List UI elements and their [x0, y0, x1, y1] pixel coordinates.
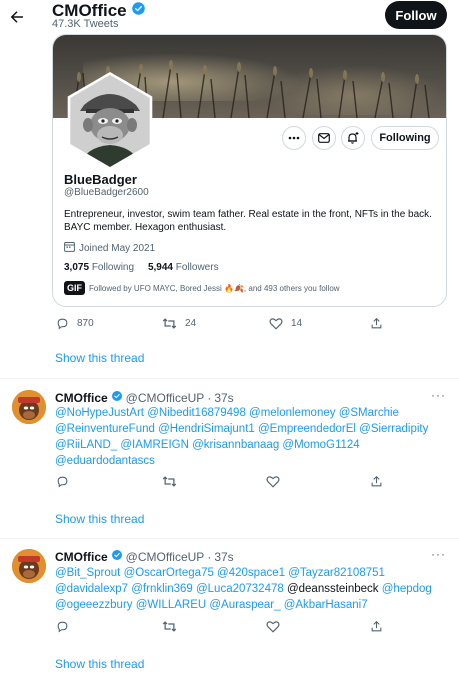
tweet-line[interactable]: @ReinventureFund @HendriSimajunt1 @Empre…: [55, 421, 450, 437]
tweet-line[interactable]: @ogeeezzbury @WILLAREU @Auraspear_ @Akba…: [55, 597, 450, 613]
retweet-action[interactable]: 24: [162, 317, 196, 330]
retweet-icon: [162, 621, 177, 632]
more-icon[interactable]: ···: [431, 547, 446, 561]
verified-icon: [111, 549, 123, 564]
heart-icon: [266, 621, 280, 633]
reply-action[interactable]: 870: [56, 317, 94, 330]
joined-text: Joined May 2021: [79, 242, 156, 254]
tweet-text: @NoHypeJustArt @Nibedit16879498 @melonle…: [55, 405, 450, 469]
retweet-action[interactable]: [162, 620, 177, 633]
divider: [0, 378, 459, 379]
share-icon: [371, 317, 382, 329]
tweet-text: @Bit_Sprout @OscarOrtega75 @420space1 @T…: [55, 565, 450, 613]
tweet-line[interactable]: @RiiLAND_ @IAMREIGN @krisannbanaag @Momo…: [55, 437, 450, 453]
show-thread-link[interactable]: Show this thread: [55, 351, 144, 365]
follow-button[interactable]: Follow: [385, 1, 447, 29]
tweet-plain-mention: @deanssteinbeck: [283, 583, 382, 595]
reply-count: 870: [77, 318, 94, 329]
tweet-actions: [52, 620, 392, 636]
dot-separator: ·: [207, 390, 212, 405]
tweet-avatar[interactable]: [12, 390, 46, 424]
message-icon[interactable]: [312, 126, 336, 150]
tweet-line[interactable]: @Bit_Sprout @OscarOrtega75 @420space1 @T…: [55, 565, 450, 581]
retweet-icon: [162, 476, 177, 487]
joined-date: Joined May 2021: [64, 241, 155, 255]
more-icon[interactable]: ···: [431, 388, 446, 402]
tweet-mentions[interactable]: @davidalexp7 @frnklin369 @Luca20732478: [55, 583, 284, 595]
share-action[interactable]: [370, 475, 383, 488]
more-options-icon[interactable]: [282, 126, 306, 150]
reply-icon: [57, 476, 68, 488]
tweet-time[interactable]: 37s: [214, 391, 233, 405]
tweet-line[interactable]: @eduardodantascs: [55, 453, 450, 469]
heart-icon: [269, 318, 283, 330]
tweet-mention[interactable]: @hepdog: [382, 583, 432, 595]
gif-badge: GIF: [64, 281, 85, 295]
back-arrow-icon[interactable]: [6, 6, 28, 28]
notification-bell-plus-icon[interactable]: [341, 126, 365, 150]
profile-name: BlueBadger: [64, 172, 137, 187]
profile-card[interactable]: Following BlueBadger @BlueBadger2600 Ent…: [52, 34, 447, 307]
followers-label: Followers: [175, 262, 219, 273]
retweet-icon: [162, 318, 177, 329]
like-action[interactable]: [266, 620, 280, 633]
divider: [0, 538, 459, 539]
share-action[interactable]: [370, 620, 383, 633]
profile-stats: 3,075 Following 5,944 Followers: [64, 262, 219, 273]
following-button[interactable]: Following: [371, 126, 439, 150]
profile-handle: @BlueBadger2600: [64, 187, 149, 198]
following-label: Following: [91, 262, 135, 273]
profile-header: CMOffice 47.3K Tweets Follow: [0, 0, 459, 34]
followers-link[interactable]: 5,944 Followers: [148, 262, 219, 273]
reply-action[interactable]: [56, 620, 69, 633]
tweet-actions: 870 24 14: [52, 317, 392, 333]
tweet-author-handle[interactable]: @CMOfficeUP: [126, 391, 205, 405]
tweet-author-handle[interactable]: @CMOfficeUP: [126, 550, 205, 564]
like-action[interactable]: 14: [269, 317, 302, 330]
followed-by-text: Followed by UFO MAYC, Bored Jessi 🔥🍂, an…: [89, 283, 340, 293]
tweet-actions: [52, 475, 392, 491]
reply-icon: [57, 621, 68, 633]
reply-action[interactable]: [56, 475, 69, 488]
tweet-time[interactable]: 37s: [214, 550, 233, 564]
share-icon: [371, 620, 382, 632]
verified-icon: [131, 1, 146, 21]
followers-count: 5,944: [147, 262, 173, 273]
like-action[interactable]: [266, 475, 280, 488]
verified-icon: [111, 390, 123, 405]
followed-by[interactable]: GIF Followed by UFO MAYC, Bored Jessi 🔥🍂…: [64, 281, 340, 295]
share-icon: [371, 475, 382, 487]
following-link[interactable]: 3,075 Following: [64, 262, 134, 273]
tweet-header: CMOffice @CMOfficeUP · 37s: [55, 549, 234, 564]
tweet-line: @davidalexp7 @frnklin369 @Luca20732478 @…: [55, 581, 450, 597]
heart-icon: [266, 476, 280, 488]
reply-icon: [57, 318, 68, 330]
tweet-author-name[interactable]: CMOffice: [55, 550, 108, 564]
show-thread-link[interactable]: Show this thread: [55, 657, 144, 671]
profile-bio: Entrepreneur, investor, swim team father…: [64, 209, 432, 233]
dot-separator: ·: [207, 549, 212, 564]
tweet-count: 47.3K Tweets: [52, 18, 119, 30]
calendar-icon: [64, 241, 75, 255]
tweet-line[interactable]: @NoHypeJustArt @Nibedit16879498 @melonle…: [55, 405, 450, 421]
tweet-avatar[interactable]: [12, 549, 46, 583]
show-thread-link[interactable]: Show this thread: [55, 512, 144, 526]
like-count: 14: [291, 318, 303, 329]
following-count: 3,075: [64, 262, 90, 273]
tweet-author-name[interactable]: CMOffice: [55, 391, 108, 405]
retweet-count: 24: [185, 318, 197, 329]
tweet-header: CMOffice @CMOfficeUP · 37s: [55, 390, 234, 405]
retweet-action[interactable]: [162, 475, 177, 488]
share-action[interactable]: [370, 317, 383, 330]
